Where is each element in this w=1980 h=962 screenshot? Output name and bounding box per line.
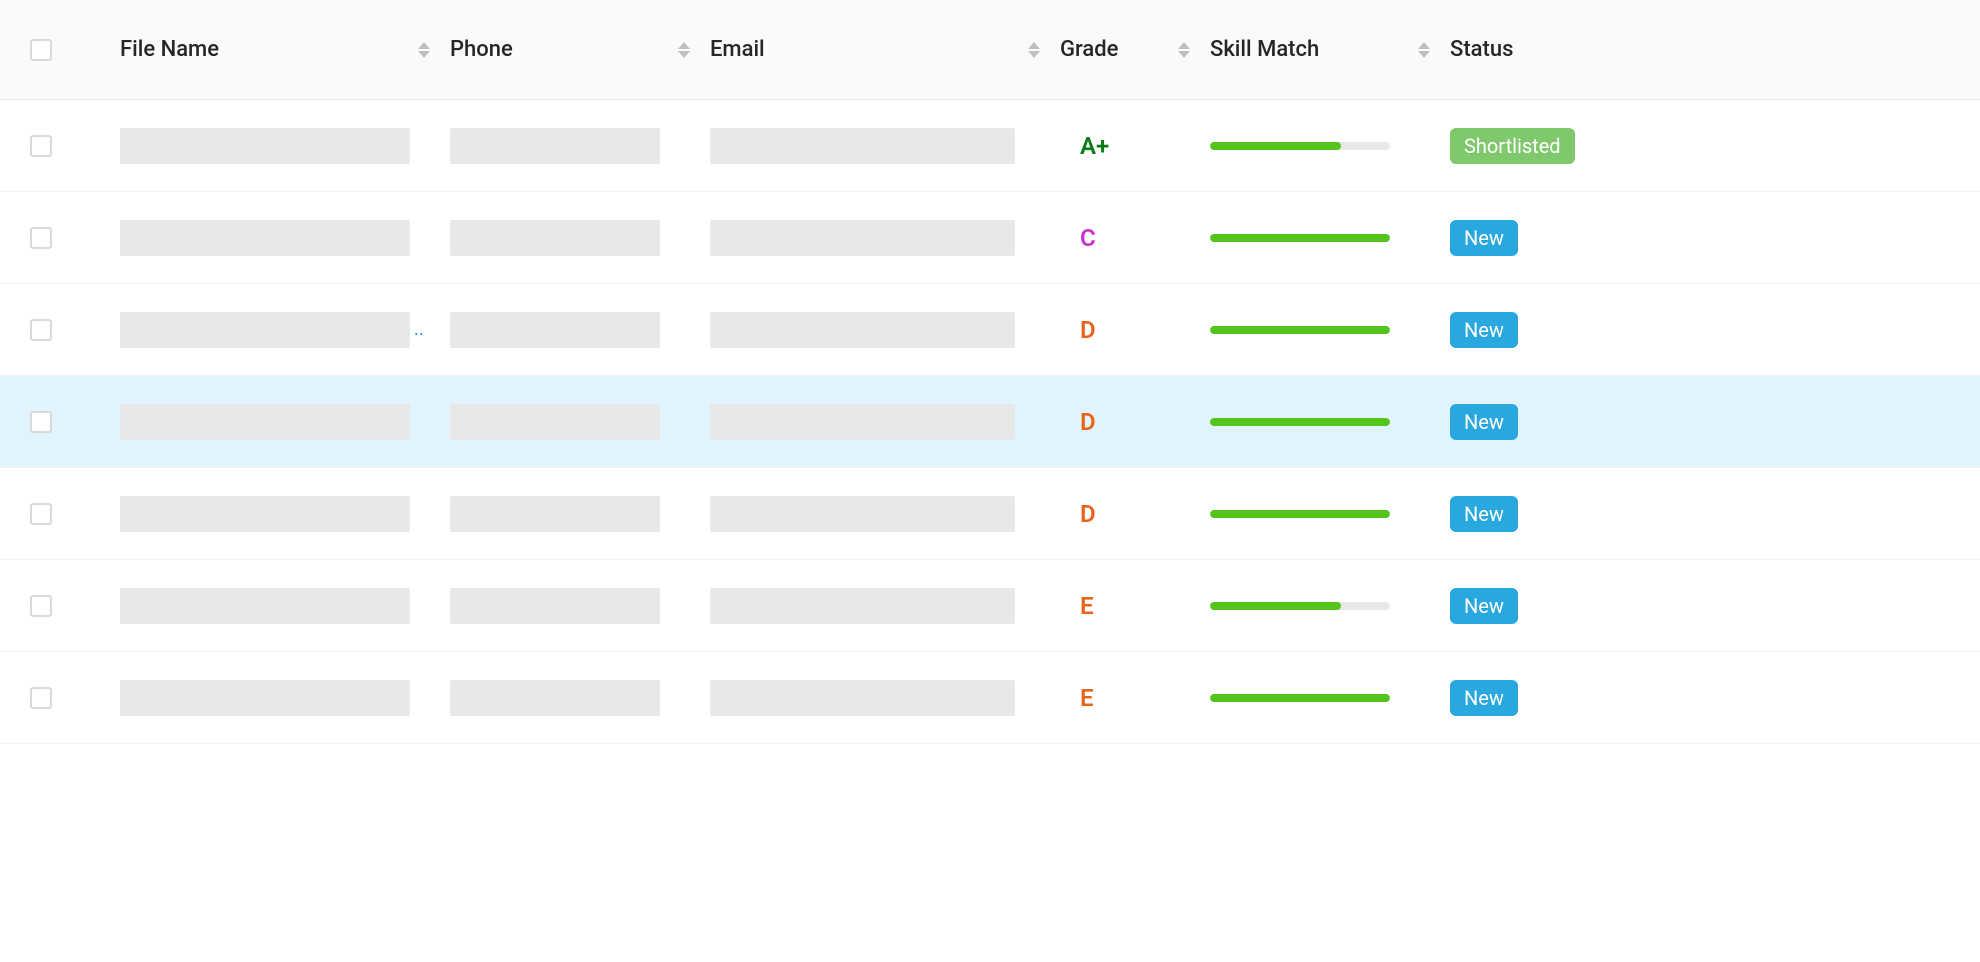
phone-placeholder bbox=[450, 588, 660, 624]
column-header-status: Status bbox=[1450, 37, 1610, 62]
skill-match-bar bbox=[1210, 326, 1390, 334]
filename-placeholder bbox=[120, 680, 410, 716]
table-row[interactable]: E New bbox=[0, 652, 1980, 744]
table-row[interactable]: C New bbox=[0, 192, 1980, 284]
data-table: File Name Phone Email Grade bbox=[0, 0, 1980, 744]
filename-placeholder bbox=[120, 588, 410, 624]
sort-up-icon bbox=[1178, 42, 1190, 49]
email-placeholder bbox=[710, 588, 1015, 624]
email-placeholder bbox=[710, 496, 1015, 532]
grade-value: D bbox=[1060, 500, 1096, 528]
status-badge[interactable]: New bbox=[1450, 404, 1518, 440]
select-all-checkbox[interactable] bbox=[30, 39, 52, 61]
skill-match-bar bbox=[1210, 234, 1390, 242]
status-badge[interactable]: New bbox=[1450, 312, 1518, 348]
column-header-email[interactable]: Email bbox=[710, 37, 1060, 62]
filename-placeholder bbox=[120, 496, 410, 532]
skill-match-fill bbox=[1210, 418, 1390, 426]
table-header-row: File Name Phone Email Grade bbox=[0, 0, 1980, 100]
status-badge[interactable]: New bbox=[1450, 680, 1518, 716]
grade-value: D bbox=[1060, 408, 1096, 436]
grade-value: A+ bbox=[1060, 132, 1109, 160]
sort-up-icon bbox=[1418, 42, 1430, 49]
sort-down-icon bbox=[678, 51, 690, 58]
email-placeholder bbox=[710, 220, 1015, 256]
header-label-email: Email bbox=[710, 37, 765, 62]
table-row[interactable]: A+ Shortlisted bbox=[0, 100, 1980, 192]
sort-icon[interactable] bbox=[1418, 42, 1430, 58]
email-placeholder bbox=[710, 404, 1015, 440]
phone-placeholder bbox=[450, 404, 660, 440]
sort-up-icon bbox=[1028, 42, 1040, 49]
sort-icon[interactable] bbox=[678, 42, 690, 58]
row-checkbox[interactable] bbox=[30, 687, 52, 709]
skill-match-fill bbox=[1210, 326, 1390, 334]
grade-value: E bbox=[1060, 592, 1094, 620]
sort-down-icon bbox=[418, 51, 430, 58]
row-checkbox[interactable] bbox=[30, 595, 52, 617]
header-label-status: Status bbox=[1450, 37, 1513, 62]
email-placeholder bbox=[710, 680, 1015, 716]
filename-placeholder bbox=[120, 220, 410, 256]
column-header-filename[interactable]: File Name bbox=[120, 37, 450, 62]
column-header-skillmatch[interactable]: Skill Match bbox=[1210, 37, 1450, 62]
status-badge[interactable]: New bbox=[1450, 220, 1518, 256]
ellipsis-icon[interactable]: .. bbox=[414, 319, 424, 340]
row-checkbox[interactable] bbox=[30, 227, 52, 249]
column-header-grade[interactable]: Grade bbox=[1060, 37, 1210, 62]
skill-match-bar bbox=[1210, 602, 1390, 610]
table-row[interactable]: D New bbox=[0, 468, 1980, 560]
header-label-grade: Grade bbox=[1060, 37, 1118, 62]
phone-placeholder bbox=[450, 680, 660, 716]
sort-down-icon bbox=[1178, 51, 1190, 58]
column-header-phone[interactable]: Phone bbox=[450, 37, 710, 62]
row-checkbox[interactable] bbox=[30, 319, 52, 341]
skill-match-bar bbox=[1210, 142, 1390, 150]
filename-placeholder bbox=[120, 128, 410, 164]
skill-match-fill bbox=[1210, 694, 1390, 702]
table-row[interactable]: .. D New bbox=[0, 284, 1980, 376]
table-row[interactable]: D New bbox=[0, 376, 1980, 468]
sort-icon[interactable] bbox=[418, 42, 430, 58]
sort-icon[interactable] bbox=[1028, 42, 1040, 58]
table-row[interactable]: E New bbox=[0, 560, 1980, 652]
skill-match-bar bbox=[1210, 510, 1390, 518]
sort-icon[interactable] bbox=[1178, 42, 1190, 58]
filename-placeholder bbox=[120, 404, 410, 440]
row-checkbox[interactable] bbox=[30, 411, 52, 433]
sort-up-icon bbox=[678, 42, 690, 49]
row-checkbox[interactable] bbox=[30, 135, 52, 157]
phone-placeholder bbox=[450, 312, 660, 348]
row-checkbox[interactable] bbox=[30, 503, 52, 525]
skill-match-bar bbox=[1210, 694, 1390, 702]
status-badge[interactable]: New bbox=[1450, 496, 1518, 532]
grade-value: E bbox=[1060, 684, 1094, 712]
status-badge[interactable]: Shortlisted bbox=[1450, 128, 1575, 164]
phone-placeholder bbox=[450, 128, 660, 164]
skill-match-fill bbox=[1210, 602, 1341, 610]
sort-down-icon bbox=[1418, 51, 1430, 58]
header-label-filename: File Name bbox=[120, 37, 219, 62]
skill-match-fill bbox=[1210, 142, 1341, 150]
skill-match-fill bbox=[1210, 234, 1390, 242]
skill-match-bar bbox=[1210, 418, 1390, 426]
email-placeholder bbox=[710, 312, 1015, 348]
skill-match-fill bbox=[1210, 510, 1390, 518]
header-label-phone: Phone bbox=[450, 37, 513, 62]
status-badge[interactable]: New bbox=[1450, 588, 1518, 624]
email-placeholder bbox=[710, 128, 1015, 164]
grade-value: D bbox=[1060, 316, 1096, 344]
sort-down-icon bbox=[1028, 51, 1040, 58]
grade-value: C bbox=[1060, 224, 1096, 252]
filename-placeholder bbox=[120, 312, 410, 348]
header-label-skillmatch: Skill Match bbox=[1210, 37, 1319, 62]
sort-up-icon bbox=[418, 42, 430, 49]
phone-placeholder bbox=[450, 220, 660, 256]
phone-placeholder bbox=[450, 496, 660, 532]
